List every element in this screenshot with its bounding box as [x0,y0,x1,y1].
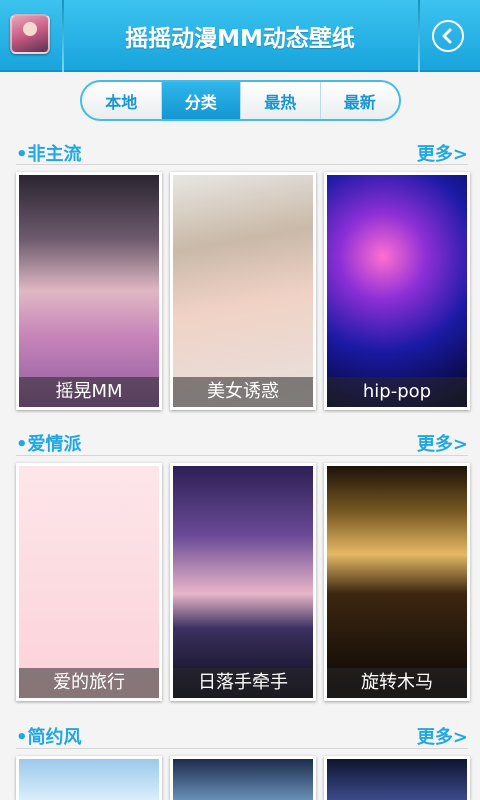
card-caption: 美女诱惑 [173,377,313,407]
wallpaper-thumbnail: 旋转木马 [327,466,467,698]
category-tabs: 本地 分类 最热 最新 [80,80,401,121]
wallpaper-card[interactable]: 旋转木马 [324,463,470,701]
more-link[interactable]: 更多> [417,140,468,166]
card-caption: hip-pop [327,377,467,407]
wallpaper-thumbnail: 美女诱惑 [173,175,313,407]
wallpaper-card[interactable] [324,756,470,800]
back-button[interactable] [432,20,464,52]
header-divider [62,0,64,72]
wallpaper-thumbnail: 日落手牵手 [173,466,313,698]
wallpaper-card[interactable]: 日落手牵手 [170,463,316,701]
section-header-feizhuliu: •非主流 更多> [16,140,468,166]
card-caption: 旋转木马 [327,668,467,698]
wallpaper-thumbnail [173,759,313,800]
more-link[interactable]: 更多> [417,430,468,456]
wallpaper-card[interactable]: 美女诱惑 [170,172,316,410]
tab-newest[interactable]: 最新 [321,82,400,119]
wallpaper-thumbnail: hip-pop [327,175,467,407]
section-divider [16,164,468,165]
wallpaper-thumbnail [327,759,467,800]
wallpaper-thumbnail: 摇晃MM [19,175,159,407]
wallpaper-card[interactable]: 爱的旅行 [16,463,162,701]
app-icon[interactable] [10,14,50,54]
page-title: 摇摇动漫MM动态壁纸 [125,26,355,52]
section-header-jianyuefeng: •简约风 更多> [16,723,468,749]
card-caption: 爱的旅行 [19,668,159,698]
wallpaper-card[interactable] [16,756,162,800]
tab-category[interactable]: 分类 [161,82,241,119]
wallpaper-card[interactable]: hip-pop [324,172,470,410]
section-divider [16,455,468,456]
wallpaper-card[interactable]: 摇晃MM [16,172,162,410]
wallpaper-thumbnail [19,759,159,800]
more-link[interactable]: 更多> [417,723,468,749]
section-title: •爱情派 [16,434,82,455]
app-header: 摇摇动漫MM动态壁纸 [0,0,480,72]
section-header-aiqingpai: •爱情派 更多> [16,430,468,456]
tab-hottest[interactable]: 最热 [241,82,321,119]
section-divider [16,748,468,749]
card-caption: 摇晃MM [19,377,159,407]
header-divider [418,0,420,72]
back-arrow-icon [442,28,452,44]
wallpaper-thumbnail: 爱的旅行 [19,466,159,698]
wallpaper-card[interactable] [170,756,316,800]
section-title: •非主流 [16,144,82,165]
card-caption: 日落手牵手 [173,668,313,698]
section-title: •简约风 [16,727,82,748]
tab-local[interactable]: 本地 [82,82,162,119]
